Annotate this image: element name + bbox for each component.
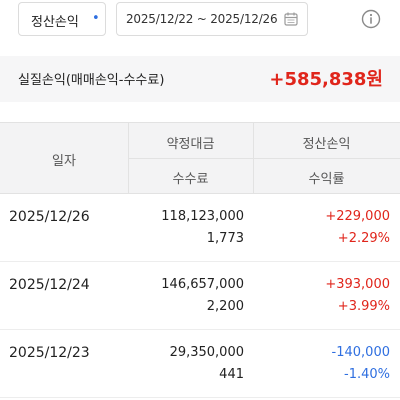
row-fee: 441 bbox=[219, 367, 244, 382]
summary-value: +585,838원 bbox=[269, 69, 383, 90]
row-pl: +393,000 bbox=[325, 277, 390, 292]
row-rate: +2.29% bbox=[337, 231, 390, 246]
type-select-label: 정산손익 bbox=[31, 15, 79, 30]
row-rate: +3.99% bbox=[337, 299, 390, 314]
row-date: 2025/12/24 bbox=[9, 277, 90, 293]
header-pl: 정산손익 bbox=[302, 137, 351, 152]
header-rate: 수익률 bbox=[308, 172, 345, 187]
row-pl: +229,000 bbox=[325, 209, 390, 224]
table-row[interactable]: 2025/12/23 29,350,000 441 -140,000 -1.40… bbox=[0, 330, 400, 398]
row-pl: -140,000 bbox=[331, 345, 390, 360]
header-amount: 약정대금 bbox=[166, 137, 215, 152]
info-icon[interactable] bbox=[361, 9, 381, 29]
filter-bar: 정산손익 • 2025/12/22 ~ 2025/12/26 bbox=[0, 0, 400, 40]
table-header: 일자 약정대금 수수료 정산손익 수익률 bbox=[0, 122, 400, 195]
row-rate: -1.40% bbox=[344, 367, 390, 382]
row-amount: 146,657,000 bbox=[161, 277, 244, 292]
table-row[interactable]: 2025/12/26 118,123,000 1,773 +229,000 +2… bbox=[0, 194, 400, 262]
row-fee: 2,200 bbox=[206, 299, 244, 314]
row-fee: 1,773 bbox=[206, 231, 244, 246]
type-select[interactable]: 정산손익 • bbox=[18, 2, 106, 36]
dropdown-dot-icon: • bbox=[92, 11, 100, 26]
row-amount: 118,123,000 bbox=[161, 209, 244, 224]
date-range-text: 2025/12/22 ~ 2025/12/26 bbox=[126, 12, 278, 26]
header-date: 일자 bbox=[52, 154, 76, 169]
table-row[interactable]: 2025/12/24 146,657,000 2,200 +393,000 +3… bbox=[0, 262, 400, 330]
calendar-icon bbox=[284, 12, 298, 26]
summary-label: 실질손익(매매손익-수수료) bbox=[18, 73, 165, 88]
row-date: 2025/12/23 bbox=[9, 345, 90, 361]
row-amount: 29,350,000 bbox=[169, 345, 244, 360]
date-range-picker[interactable]: 2025/12/22 ~ 2025/12/26 bbox=[116, 2, 308, 36]
summary-panel: 실질손익(매매손익-수수료) +585,838원 bbox=[0, 56, 400, 102]
header-fee: 수수료 bbox=[172, 172, 209, 187]
row-date: 2025/12/26 bbox=[9, 209, 90, 225]
header-divider bbox=[128, 158, 400, 159]
